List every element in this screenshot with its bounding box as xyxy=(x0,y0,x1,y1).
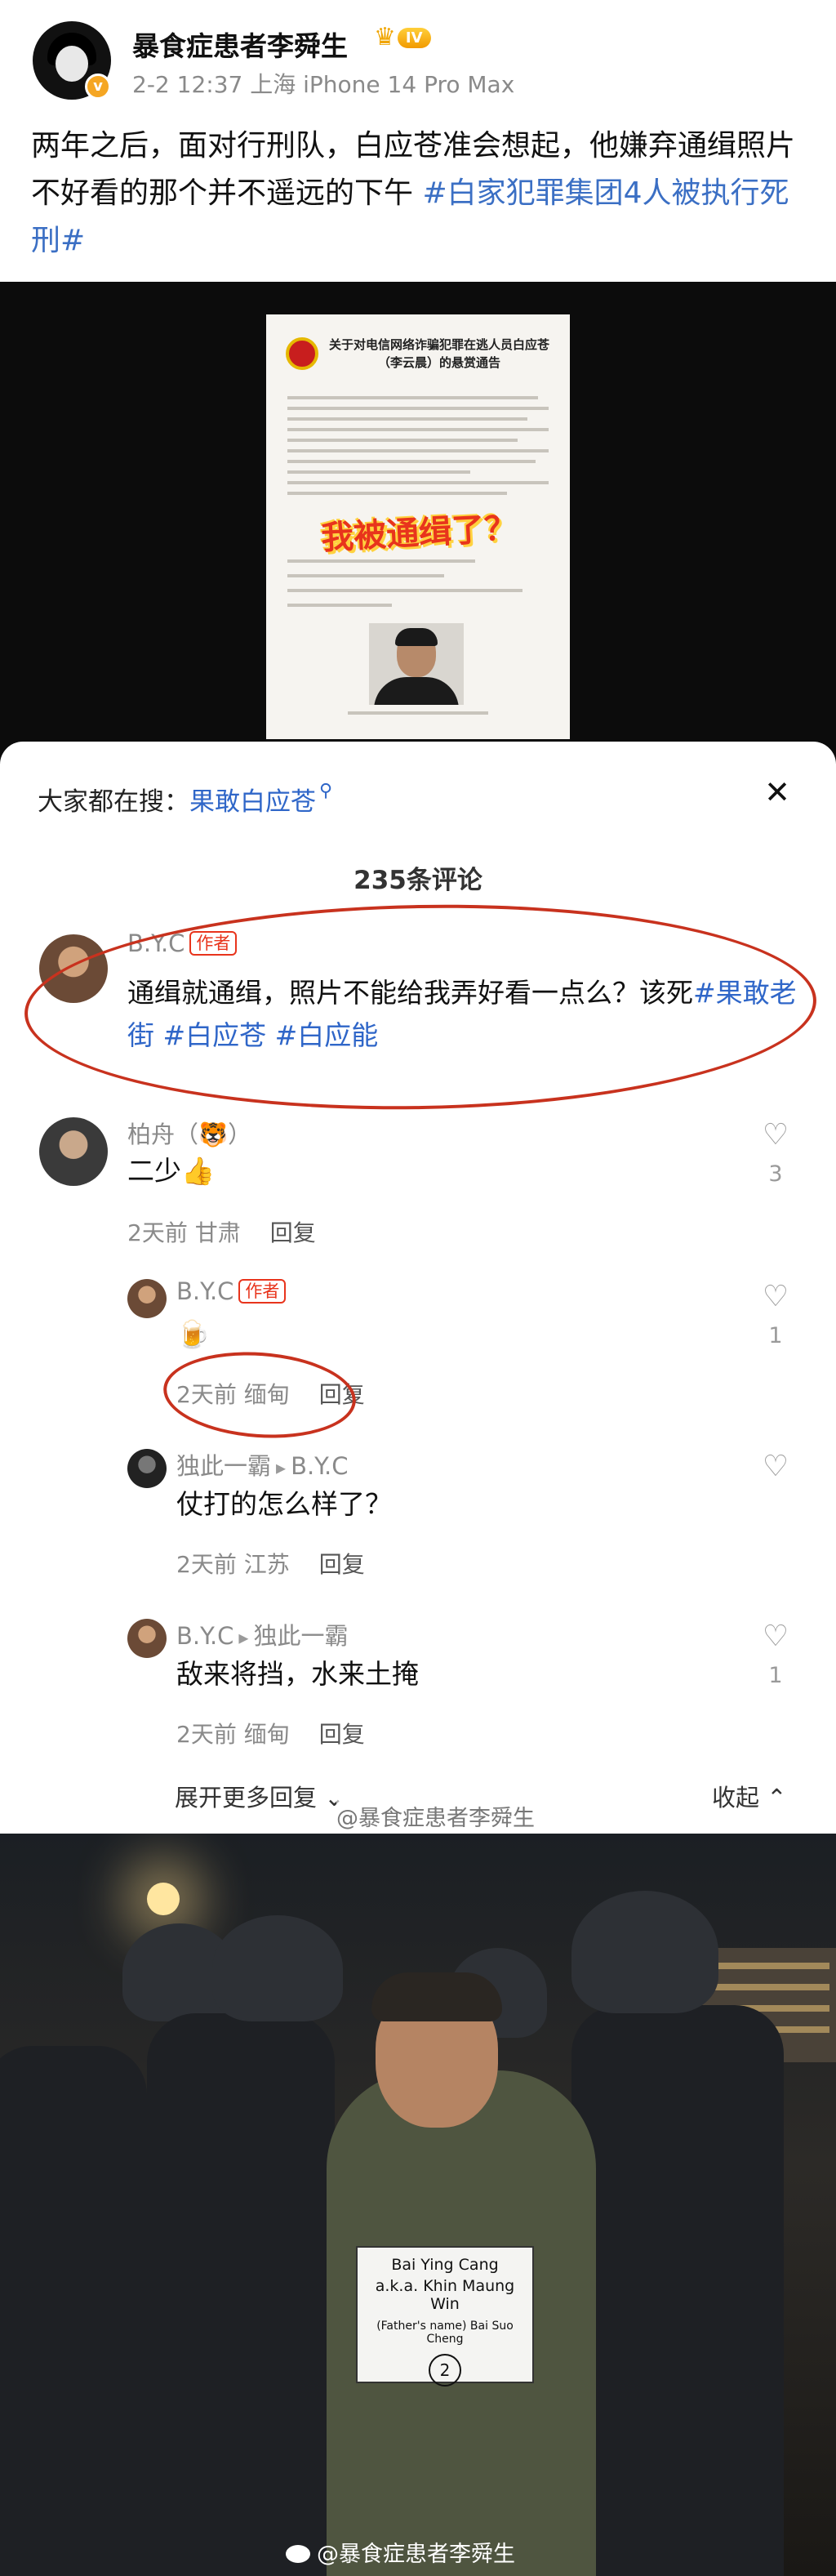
notice-stamp-text: 我被通缉了？ xyxy=(320,509,518,558)
expand-replies-button[interactable]: 展开更多回复 ⌄ xyxy=(175,1779,345,1813)
watermark: @暴食症患者李舜生 xyxy=(336,1800,535,1832)
like-button[interactable]: ♡ 3 xyxy=(751,1118,800,1188)
officer-right xyxy=(571,2005,784,2576)
reply-arrow-icon: ▸ xyxy=(238,1626,249,1649)
reply-time: 2天前 缅甸 xyxy=(176,1721,290,1748)
crown-icon: ♛ xyxy=(374,23,396,51)
heart-icon: ♡ xyxy=(762,1450,789,1483)
comment-author-name[interactable]: B.Y.C 作者 xyxy=(127,929,238,957)
reply-target[interactable]: B.Y.C xyxy=(291,1452,348,1480)
author-tag: 作者 xyxy=(189,931,238,956)
verified-badge-icon: v xyxy=(85,74,111,100)
notice-body-lines xyxy=(287,396,549,502)
trending-search[interactable]: 大家都在搜：果敢白应苍 ⚲ xyxy=(38,781,332,818)
close-icon[interactable]: ✕ xyxy=(759,774,795,810)
reply-button[interactable]: 回复 xyxy=(270,1219,316,1246)
weibo-logo-icon xyxy=(286,2545,310,2563)
heart-icon: ♡ xyxy=(762,1280,789,1313)
reply-time: 2天前 缅甸 xyxy=(176,1381,290,1408)
street-lamp xyxy=(147,1883,180,1915)
helmet xyxy=(212,1915,343,2021)
comment-avatar[interactable] xyxy=(39,934,108,1003)
watermark: @暴食症患者李舜生 xyxy=(286,2536,515,2568)
suspect-hair xyxy=(371,1972,502,2021)
suspect-mugshot xyxy=(369,623,464,705)
card-line-1: Bai Ying Cang xyxy=(391,2256,499,2274)
like-button[interactable]: ♡ 1 xyxy=(751,1620,800,1689)
officer-left xyxy=(0,2046,147,2576)
like-count: 1 xyxy=(768,1663,783,1688)
notice-contact-lines xyxy=(287,559,549,618)
card-number: 2 xyxy=(429,2354,461,2387)
comment-text: 二少👍 xyxy=(127,1155,216,1187)
heart-icon: ♡ xyxy=(762,1118,789,1152)
comment-text: 通缉就通缉，照片不能给我弄好看一点么？该死#果敢老街 #白应苍 #白应能 xyxy=(127,977,797,1051)
vip-level: IV xyxy=(397,27,431,48)
search-prefix: 大家都在搜： xyxy=(38,787,189,817)
reply-avatar[interactable] xyxy=(127,1449,167,1488)
like-button[interactable]: ♡ xyxy=(751,1451,800,1483)
reply-text: 敌来将挡，水来土掩 xyxy=(176,1658,419,1690)
heart-icon: ♡ xyxy=(762,1620,789,1653)
like-count: 3 xyxy=(768,1161,783,1187)
card-line-2: a.k.a. Khin Maung Win xyxy=(375,2277,515,2313)
reply-meta: 2天前 缅甸 回复 xyxy=(176,1717,365,1749)
reply-avatar[interactable] xyxy=(127,1279,167,1318)
comment-time: 2天前 甘肃 xyxy=(127,1219,241,1246)
reply-target[interactable]: 独此一霸 xyxy=(253,1622,348,1650)
reply-meta: 2天前 缅甸 回复 xyxy=(176,1377,365,1410)
reply-arrow-icon: ▸ xyxy=(276,1456,287,1479)
police-emblem-icon xyxy=(286,337,318,370)
search-keyword[interactable]: 果敢白应苍 xyxy=(189,787,316,817)
reply-avatar[interactable] xyxy=(127,1619,167,1658)
chevron-up-icon: ⌃ xyxy=(767,1784,787,1812)
wanted-notice[interactable]: 关于对电信网络诈骗犯罪在逃人员白应苍（李云晨）的悬赏通告 我被通缉了？ xyxy=(266,314,570,739)
post-text: 两年之后，面对行刑队，白应苍准会想起，他嫌弃通缉照片不好看的那个并不遥远的下午 … xyxy=(31,123,815,265)
suspect-name-card: Bai Ying Cang a.k.a. Khin Maung Win (Fat… xyxy=(356,2246,534,2387)
reply-author-name[interactable]: B.Y.C ▸ 独此一霸 xyxy=(176,1617,348,1651)
officer xyxy=(147,2013,335,2576)
vip-badge: ♛ IV xyxy=(374,23,431,52)
reply-button[interactable]: 回复 xyxy=(319,1381,365,1408)
reply-time: 2天前 江苏 xyxy=(176,1551,290,1578)
reply-author-name[interactable]: 独此一霸 ▸ B.Y.C xyxy=(176,1447,348,1482)
card-line-3: (Father's name) Bai Suo Cheng xyxy=(376,2320,514,2346)
search-icon: ⚲ xyxy=(319,781,333,801)
post-meta: 2-2 12:37 上海 iPhone 14 Pro Max xyxy=(132,71,515,98)
post-header: v 暴食症患者李舜生 ♛ IV 2-2 12:37 上海 iPhone 14 P… xyxy=(0,0,836,278)
comment-meta: 2天前 甘肃 回复 xyxy=(127,1215,316,1248)
hashtag-link[interactable]: #白应能 xyxy=(275,1019,379,1051)
collapse-button[interactable]: 收起 ⌃ xyxy=(712,1779,787,1813)
hashtag-link[interactable]: #白应苍 xyxy=(163,1019,267,1051)
reply-meta: 2天前 江苏 回复 xyxy=(176,1547,365,1580)
like-count: 1 xyxy=(768,1323,783,1348)
comment-count: 235条评论 xyxy=(354,866,482,895)
mugshot-caption xyxy=(348,711,488,715)
comment-author-name[interactable]: 柏舟（🐯） xyxy=(127,1116,251,1150)
reply-button[interactable]: 回复 xyxy=(319,1721,365,1748)
helmet xyxy=(571,1891,718,2013)
reply-text: 仗打的怎么样了？ xyxy=(176,1488,392,1520)
arrest-photo[interactable]: Bai Ying Cang a.k.a. Khin Maung Win (Fat… xyxy=(0,1834,836,2576)
reply-button[interactable]: 回复 xyxy=(319,1551,365,1578)
reply-author-name[interactable]: B.Y.C 作者 xyxy=(176,1277,287,1305)
comment-avatar[interactable] xyxy=(39,1117,108,1186)
author-username[interactable]: 暴食症患者李舜生 xyxy=(132,25,348,64)
author-tag: 作者 xyxy=(238,1279,287,1304)
avatar-face xyxy=(56,46,88,82)
like-button[interactable]: ♡ 1 xyxy=(751,1280,800,1349)
notice-title: 关于对电信网络诈骗犯罪在逃人员白应苍（李云晨）的悬赏通告 xyxy=(328,337,549,370)
comment-panel: 大家都在搜：果敢白应苍 ⚲ ✕ 235条评论 B.Y.C 作者 通缉就通缉，照片不能… xyxy=(0,742,836,1832)
reply-text: 🍺 xyxy=(176,1318,211,1350)
